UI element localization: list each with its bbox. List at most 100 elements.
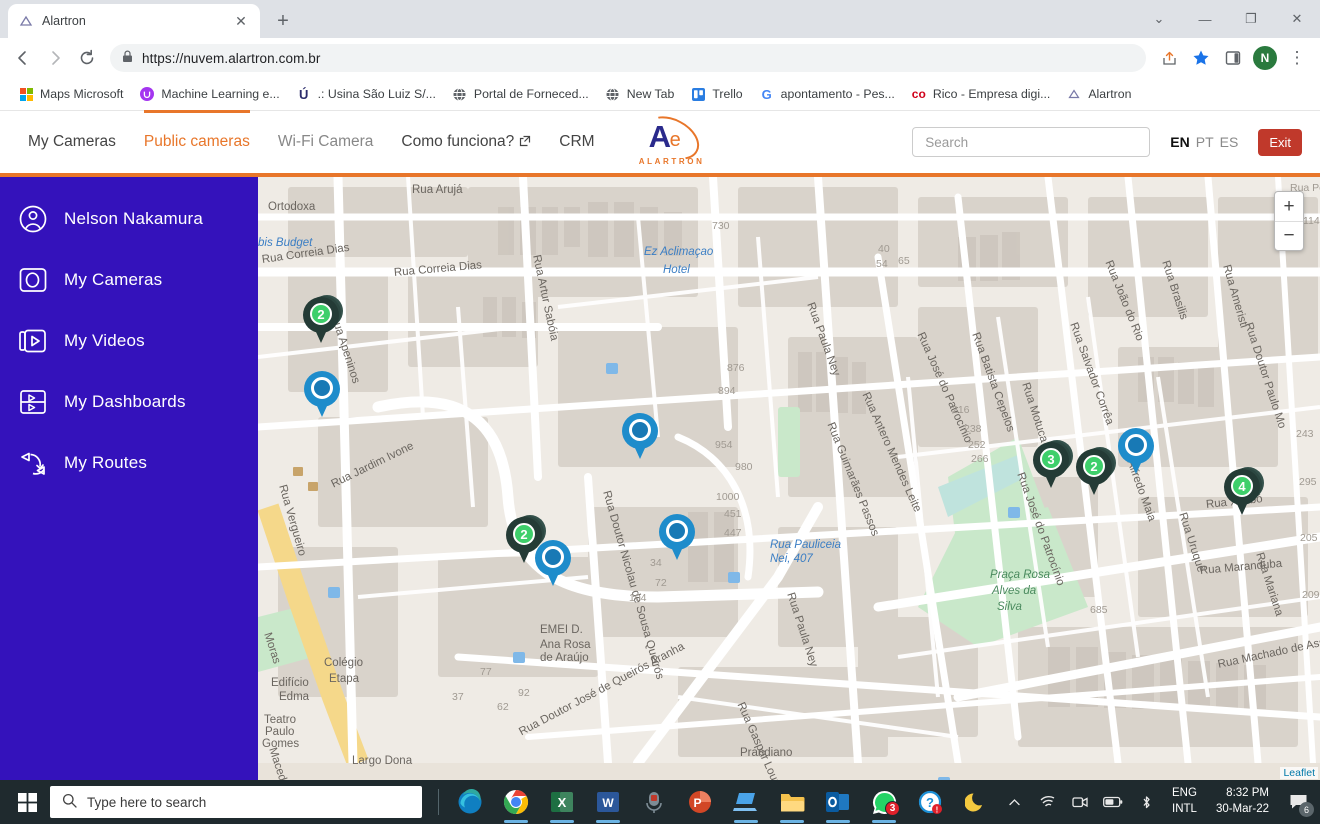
lang-es[interactable]: ES bbox=[1220, 134, 1239, 150]
map-marker-cluster[interactable]: 3 bbox=[1033, 442, 1069, 490]
map-marker-camera[interactable] bbox=[659, 514, 695, 562]
camera-icon[interactable] bbox=[1065, 780, 1095, 824]
zoom-out-button[interactable]: − bbox=[1275, 221, 1303, 250]
map-marker-camera[interactable] bbox=[304, 371, 340, 419]
nav-crm[interactable]: CRM bbox=[545, 111, 608, 173]
taskbar-app-powerpoint[interactable]: P bbox=[677, 780, 723, 824]
close-window-button[interactable]: ✕ bbox=[1274, 0, 1320, 38]
taskbar-app-chrome[interactable] bbox=[493, 780, 539, 824]
taskbar-app-microphone[interactable] bbox=[631, 780, 677, 824]
taskbar-app-whatsapp[interactable]: 3 bbox=[861, 780, 907, 824]
map-canvas[interactable]: Ortodoxa bis Budget Rua Correia Dias Rua Co… bbox=[258, 177, 1320, 780]
taskbar-app-outlook[interactable] bbox=[815, 780, 861, 824]
tab-close-icon[interactable]: ✕ bbox=[232, 12, 250, 30]
side-panel-icon[interactable] bbox=[1218, 43, 1248, 73]
map-marker-cluster[interactable]: 2 bbox=[303, 297, 339, 345]
taskbar-app-excel[interactable]: X bbox=[539, 780, 585, 824]
bookmark-item[interactable]: Trello bbox=[682, 83, 750, 105]
map-marker-camera[interactable] bbox=[622, 413, 658, 461]
browser-tab[interactable]: Alartron ✕ bbox=[8, 4, 260, 38]
nav-public-cameras[interactable]: Public cameras bbox=[130, 110, 264, 173]
nav-my-cameras[interactable]: My Cameras bbox=[14, 111, 130, 173]
bookmark-item[interactable]: Alartron bbox=[1058, 83, 1139, 105]
exit-button[interactable]: Exit bbox=[1258, 128, 1302, 156]
bluetooth-icon[interactable] bbox=[1131, 780, 1161, 824]
bookmark-item[interactable]: Machine Learning e... bbox=[131, 83, 287, 105]
taskbar-app-help[interactable]: ?! bbox=[907, 780, 953, 824]
taskbar-search-input[interactable]: Type here to search bbox=[50, 786, 422, 818]
nav-label: Public cameras bbox=[143, 133, 250, 150]
taskbar-app-file-explorer[interactable] bbox=[769, 780, 815, 824]
sidebar-item-my-routes[interactable]: My Routes bbox=[0, 435, 258, 491]
forward-icon[interactable] bbox=[40, 43, 70, 73]
bus-stop-poi-icon[interactable] bbox=[513, 652, 525, 663]
svg-text:P: P bbox=[693, 796, 701, 810]
pin-shape bbox=[622, 413, 658, 461]
zoom-in-button[interactable]: + bbox=[1275, 192, 1303, 221]
nav-wifi-camera[interactable]: Wi-Fi Camera bbox=[264, 111, 388, 173]
share-icon[interactable] bbox=[1154, 43, 1184, 73]
battery-icon[interactable] bbox=[1098, 780, 1128, 824]
profile-avatar[interactable]: N bbox=[1250, 43, 1280, 73]
shop-poi-icon[interactable] bbox=[293, 467, 303, 476]
camera-icon bbox=[18, 265, 48, 295]
taskbar-app-remote-desktop[interactable] bbox=[723, 780, 769, 824]
map-attribution[interactable]: Leaflet bbox=[1280, 767, 1318, 779]
pin-count: 2 bbox=[513, 523, 535, 545]
windows-start-icon[interactable] bbox=[4, 780, 50, 824]
map-marker-cluster[interactable]: 2 bbox=[1076, 449, 1112, 497]
pin-count: 3 bbox=[1040, 448, 1062, 470]
lang-en[interactable]: EN bbox=[1170, 134, 1189, 150]
alartron-logo[interactable]: A e ALARTRON bbox=[637, 107, 707, 168]
address-bar[interactable]: https://nuvem.alartron.com.br bbox=[110, 44, 1146, 72]
clock[interactable]: 8:32 PM 30-Mar-22 bbox=[1208, 786, 1277, 817]
lang-pt[interactable]: PT bbox=[1196, 134, 1214, 150]
keyboard-layout[interactable]: ENG INTL bbox=[1164, 786, 1205, 817]
bus-stop-poi-icon[interactable] bbox=[728, 572, 740, 583]
wifi-icon[interactable] bbox=[1032, 780, 1062, 824]
hotel-poi-icon[interactable] bbox=[606, 363, 618, 374]
taskbar-app-word[interactable]: W bbox=[585, 780, 631, 824]
bookmark-item[interactable]: co Rico - Empresa digi... bbox=[903, 83, 1059, 105]
bookmark-label: Portal de Forneced... bbox=[473, 87, 589, 101]
notification-center-button[interactable]: 6 bbox=[1280, 780, 1316, 824]
map-marker-camera[interactable] bbox=[1118, 428, 1154, 476]
new-tab-button[interactable]: + bbox=[268, 6, 298, 36]
bookmark-item[interactable]: Maps Microsoft bbox=[10, 83, 131, 105]
search-input[interactable]: Search bbox=[912, 127, 1151, 157]
sidebar: Nelson Nakamura My Cameras My Videos My … bbox=[0, 177, 258, 780]
sidebar-item-my-dashboards[interactable]: My Dashboards bbox=[0, 374, 258, 430]
map-marker-camera[interactable] bbox=[535, 540, 571, 588]
minimize-button[interactable]: — bbox=[1182, 0, 1228, 38]
sidebar-label: My Cameras bbox=[64, 270, 163, 289]
back-icon[interactable] bbox=[8, 43, 38, 73]
shop-poi-icon[interactable] bbox=[308, 482, 318, 491]
bookmark-item[interactable]: New Tab bbox=[597, 83, 683, 105]
tab-search-chevron-icon[interactable]: ⌄ bbox=[1136, 0, 1182, 38]
bus-stop-poi-icon[interactable] bbox=[938, 777, 950, 780]
pin-shape: 2 bbox=[1076, 449, 1112, 497]
sidebar-item-account[interactable]: Nelson Nakamura bbox=[0, 191, 258, 247]
map-marker-cluster[interactable]: 4 bbox=[1224, 469, 1260, 517]
nav-como-funciona[interactable]: Como funciona? bbox=[387, 111, 545, 173]
bookmark-star-icon[interactable] bbox=[1186, 43, 1216, 73]
sidebar-label: My Routes bbox=[64, 453, 148, 472]
clock-date: 30-Mar-22 bbox=[1215, 803, 1269, 815]
google-icon: G bbox=[761, 86, 772, 102]
bookmark-item[interactable]: Portal de Forneced... bbox=[444, 83, 597, 105]
tab-title: Alartron bbox=[42, 14, 86, 28]
reload-icon[interactable] bbox=[72, 43, 102, 73]
bus-stop-poi-icon[interactable] bbox=[1008, 507, 1020, 518]
bookmark-item[interactable]: G apontamento - Pes... bbox=[751, 83, 903, 105]
pin-shape bbox=[304, 371, 340, 419]
tray-chevron-icon[interactable] bbox=[999, 780, 1029, 824]
bus-stop-poi-icon[interactable] bbox=[328, 587, 340, 598]
taskbar-app-moon[interactable] bbox=[953, 780, 999, 824]
bookmark-item[interactable]: Ú .: Usina São Luiz S/... bbox=[288, 83, 444, 105]
pin-shape bbox=[535, 540, 571, 588]
maximize-button[interactable]: ❐ bbox=[1228, 0, 1274, 38]
browser-menu-icon[interactable]: ⋮ bbox=[1282, 43, 1312, 73]
taskbar-app-edge[interactable] bbox=[447, 780, 493, 824]
sidebar-item-my-cameras[interactable]: My Cameras bbox=[0, 252, 258, 308]
sidebar-item-my-videos[interactable]: My Videos bbox=[0, 313, 258, 369]
